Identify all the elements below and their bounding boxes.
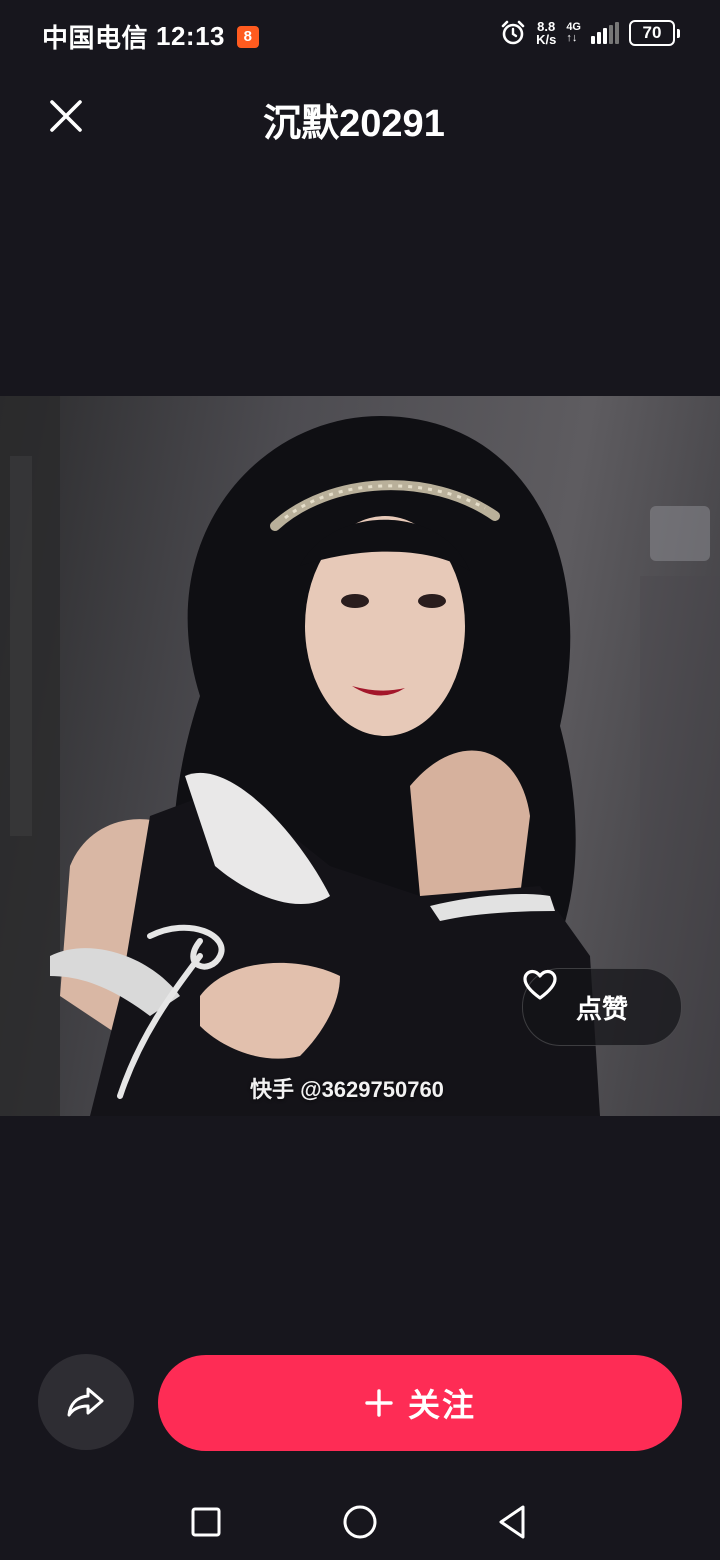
clock: 12:13 <box>156 21 226 51</box>
like-button[interactable]: 点赞 <box>522 968 682 1046</box>
network-type: 4G ↑↓ <box>566 22 581 44</box>
watermark-text: 快手 @3629750760 <box>250 1077 444 1102</box>
recent-apps-icon <box>191 1507 221 1537</box>
follow-label: 关注 <box>407 1387 476 1423</box>
plus-icon <box>365 1389 393 1417</box>
profile-photo[interactable]: 快手 @3629750760 点赞 <box>0 396 720 1116</box>
signal-icon <box>591 22 619 44</box>
system-nav-bar <box>0 1480 720 1560</box>
screen: 中国电信 12:13 8 8.8 K/s 4G ↑↓ 70 沉默20291 快手… <box>0 0 720 1560</box>
share-button[interactable] <box>38 1354 134 1450</box>
status-left: 中国电信 12:13 8 <box>42 18 260 55</box>
like-label: 点赞 <box>575 993 628 1024</box>
app-notification-icon: 8 <box>237 25 260 48</box>
status-bar: 中国电信 12:13 8 8.8 K/s 4G ↑↓ 70 <box>0 0 720 72</box>
carrier-name: 中国电信 <box>42 23 149 53</box>
battery-level: 70 <box>629 20 675 46</box>
back-icon <box>499 1505 525 1539</box>
status-right: 8.8 K/s 4G ↑↓ 70 <box>500 20 680 46</box>
home-icon <box>343 1505 377 1539</box>
home-button[interactable] <box>340 1502 380 1542</box>
battery-icon: 70 <box>629 20 680 46</box>
heart-outline-icon <box>523 969 557 1000</box>
network-speed-unit: K/s <box>536 32 557 47</box>
data-arrows-icon: ↑↓ <box>566 32 578 44</box>
share-arrow-icon <box>67 1387 104 1417</box>
recent-apps-button[interactable] <box>186 1502 226 1542</box>
back-button[interactable] <box>492 1502 532 1542</box>
alarm-icon <box>501 20 525 45</box>
follow-button[interactable]: 关注 <box>158 1355 682 1451</box>
page-title: 沉默20291 <box>263 103 445 145</box>
network-speed: 8.8 K/s <box>536 20 556 46</box>
header: 沉默20291 <box>0 74 720 158</box>
